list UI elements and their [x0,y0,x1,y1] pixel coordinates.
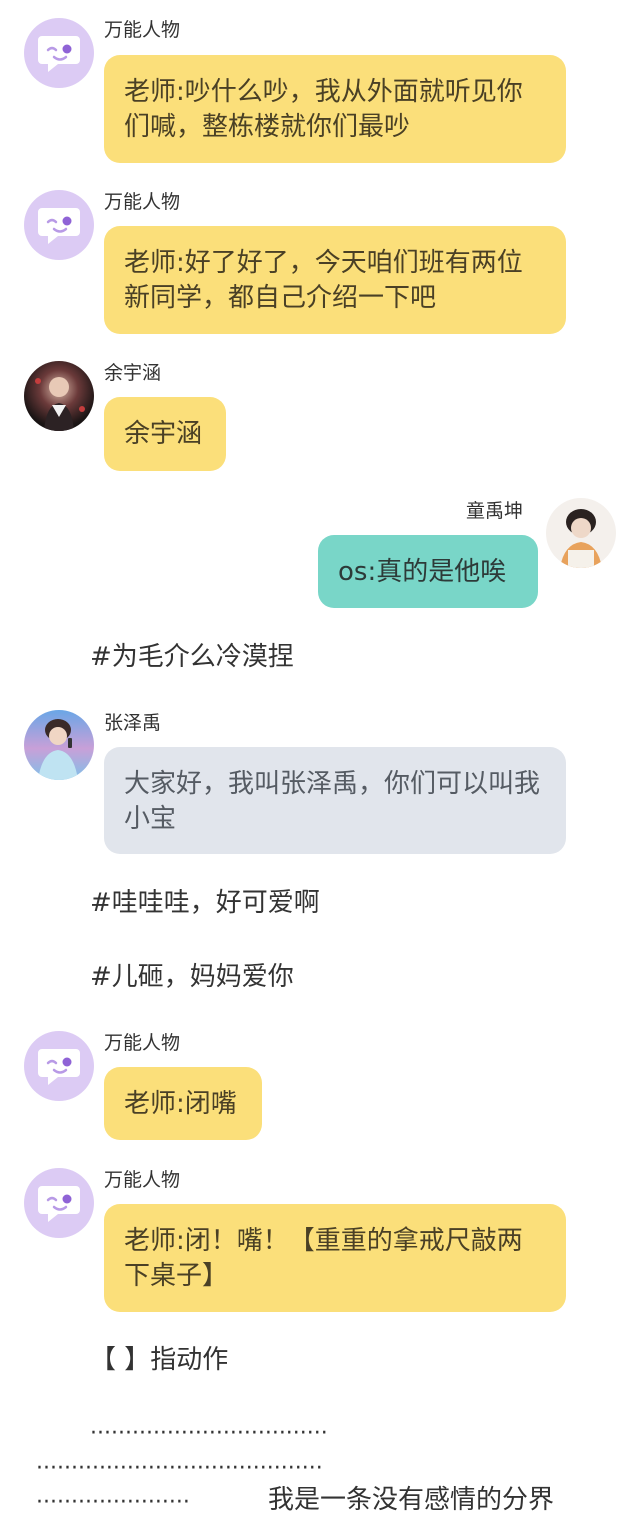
chat-bubble-wink-icon [38,1186,80,1222]
avatar-generic[interactable] [24,190,94,260]
message-bubble[interactable]: 大家好，我叫张泽禹，你们可以叫我小宝 [104,747,566,854]
narration-note: #为毛介么冷漠捏 [90,642,294,672]
avatar-generic[interactable] [24,1031,94,1101]
avatar-generic[interactable] [24,18,94,88]
divider-dots: ······················ [36,1490,190,1515]
narration-note: #儿砸，妈妈爱你 [90,962,294,992]
person-photo-icon [560,509,602,568]
chat-bubble-wink-icon [38,208,80,244]
person-photo-icon [38,719,78,780]
sender-name: 童禹坤 [466,500,524,522]
avatar-photo[interactable] [24,710,94,780]
message-bubble[interactable]: 老师:吵什么吵，我从外面就听见你们喊，整栋楼就你们最吵 [104,55,566,163]
divider-dots: ········································… [36,1456,323,1481]
divider-label: 我是一条没有感情的分界 [268,1485,555,1515]
sender-name: 万能人物 [104,19,181,41]
chat-bubble-wink-icon [38,36,80,72]
narration-note: 【 】指动作 [90,1345,229,1375]
avatar-photo[interactable] [24,361,94,431]
person-photo-icon [35,377,85,431]
sender-name: 万能人物 [104,191,181,213]
sender-name: 万能人物 [104,1032,181,1054]
narration-note: #哇哇哇，好可爱啊 [90,888,320,918]
message-bubble[interactable]: 老师:好了好了，今天咱们班有两位新同学，都自己介绍一下吧 [104,226,566,334]
message-bubble[interactable]: os:真的是他唉 [318,535,538,608]
divider-dots: ·································· [90,1421,328,1446]
message-bubble[interactable]: 余宇涵 [104,397,226,471]
sender-name: 余宇涵 [104,362,162,384]
avatar-generic[interactable] [24,1168,94,1238]
avatar-photo[interactable] [546,498,616,568]
sender-name: 万能人物 [104,1169,181,1191]
chat-bubble-wink-icon [38,1049,80,1085]
message-bubble[interactable]: 老师:闭嘴 [104,1067,262,1140]
message-bubble[interactable]: 老师:闭！嘴！【重重的拿戒尺敲两下桌子】 [104,1204,566,1312]
sender-name: 张泽禹 [104,712,162,734]
